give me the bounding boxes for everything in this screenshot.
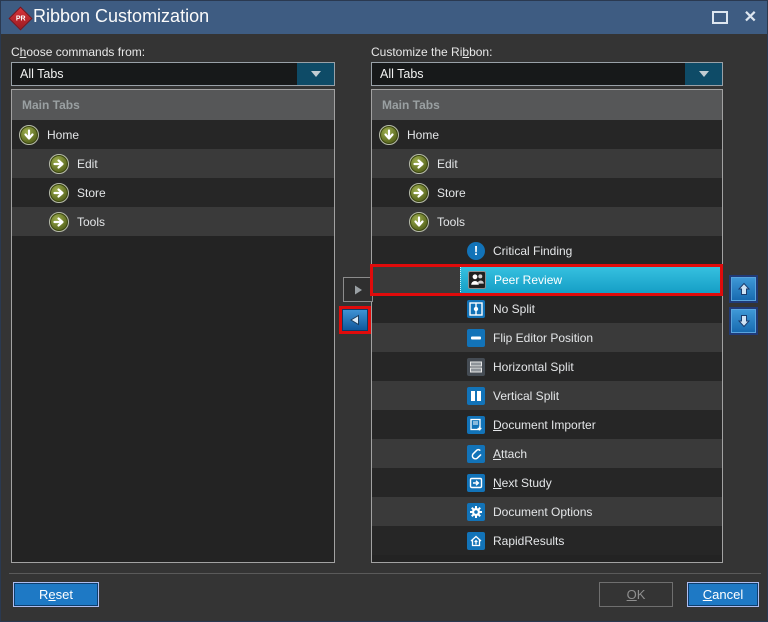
list-item-label: Flip Editor Position xyxy=(493,331,593,345)
list-item-label: Horizontal Split xyxy=(493,360,574,374)
tab-expanded-icon xyxy=(379,125,399,145)
window-title: Ribbon Customization xyxy=(33,6,209,27)
tab-collapsed-icon xyxy=(409,183,429,203)
list-item[interactable]: Store xyxy=(12,178,334,207)
critical-finding-icon: ! xyxy=(467,242,485,260)
list-item[interactable]: Document Options xyxy=(372,497,722,526)
list-item[interactable]: No Split xyxy=(372,294,722,323)
list-item-label: Next Study xyxy=(493,476,552,490)
list-item-label: Home xyxy=(407,128,439,142)
tab-expanded-icon xyxy=(19,125,39,145)
list-item-label: Attach xyxy=(493,447,527,461)
dropdown-arrow-icon[interactable] xyxy=(685,63,722,85)
list-item[interactable]: Peer Review xyxy=(372,265,722,294)
tab-collapsed-icon xyxy=(49,183,69,203)
list-item-label: Store xyxy=(437,186,466,200)
list-item[interactable]: Edit xyxy=(372,149,722,178)
list-item-label: Tools xyxy=(437,215,465,229)
list-item[interactable]: Tools xyxy=(372,207,722,236)
list-item-label: Document Importer xyxy=(493,418,596,432)
ribbon-target-dropdown[interactable]: All Tabs xyxy=(371,62,723,86)
left-arrow-icon xyxy=(348,313,362,327)
list-rows: Home Edit Store Tools! Critical Finding Peer … xyxy=(372,120,722,555)
vertical-split-icon xyxy=(467,387,485,405)
tab-collapsed-icon xyxy=(409,154,429,174)
list-item[interactable]: Vertical Split xyxy=(372,381,722,410)
list-item-label: Edit xyxy=(437,157,458,171)
reset-button[interactable]: Reset xyxy=(13,582,99,607)
document-importer-icon xyxy=(467,416,485,434)
peer-review-icon xyxy=(468,271,486,289)
tab-collapsed-icon xyxy=(49,154,69,174)
tab-collapsed-icon xyxy=(49,212,69,232)
horizontal-split-icon xyxy=(467,358,485,376)
list-item[interactable]: Edit xyxy=(12,149,334,178)
list-rows: Home Edit Store Tools xyxy=(12,120,334,236)
list-item-label: Edit xyxy=(77,157,98,171)
rapid-results-icon xyxy=(467,532,485,550)
customize-ribbon-label: Customize the Ribbon: xyxy=(371,45,492,59)
add-command-button[interactable] xyxy=(343,277,373,302)
ok-button[interactable]: OK xyxy=(599,582,673,607)
available-commands-list[interactable]: Main Tabs Home Edit Store Tools xyxy=(11,89,335,563)
list-item-label: RapidResults xyxy=(493,534,564,548)
list-item-label: Peer Review xyxy=(494,273,562,287)
ribbon-customization-dialog: PR Ribbon Customization ✕ Choose command… xyxy=(0,0,768,622)
dropdown-value: All Tabs xyxy=(372,63,685,85)
list-item-label: Store xyxy=(77,186,106,200)
list-item[interactable]: Document Importer xyxy=(372,410,722,439)
up-arrow-icon xyxy=(736,281,752,297)
list-item[interactable]: ! Critical Finding xyxy=(372,236,722,265)
choose-commands-label: Choose commands from: xyxy=(11,45,145,59)
list-item[interactable]: Tools xyxy=(12,207,334,236)
list-item-label: Vertical Split xyxy=(493,389,559,403)
next-study-icon xyxy=(467,474,485,492)
list-item-label: Home xyxy=(47,128,79,142)
footer-separator xyxy=(9,573,761,574)
list-item[interactable]: Next Study xyxy=(372,468,722,497)
list-item-label: Document Options xyxy=(493,505,592,519)
restore-window-icon[interactable] xyxy=(712,11,728,24)
remove-command-button[interactable] xyxy=(342,309,368,331)
dropdown-value: All Tabs xyxy=(12,63,297,85)
ribbon-structure-list[interactable]: Main Tabs Home Edit Store Tools! Critical Fi… xyxy=(371,89,723,563)
tab-expanded-icon xyxy=(409,212,429,232)
list-item[interactable]: Home xyxy=(12,120,334,149)
list-item-label: Tools xyxy=(77,215,105,229)
cancel-button[interactable]: Cancel xyxy=(687,582,759,607)
list-item[interactable]: Attach xyxy=(372,439,722,468)
titlebar: PR Ribbon Customization ✕ xyxy=(1,1,767,34)
list-item[interactable]: Flip Editor Position xyxy=(372,323,722,352)
list-item[interactable]: Horizontal Split xyxy=(372,352,722,381)
right-arrow-icon xyxy=(351,283,365,297)
no-split-icon xyxy=(467,300,485,318)
move-up-button[interactable] xyxy=(729,275,758,303)
app-icon: PR xyxy=(8,6,32,30)
list-header: Main Tabs xyxy=(372,90,722,120)
document-options-icon xyxy=(467,503,485,521)
attach-icon xyxy=(467,445,485,463)
list-item[interactable]: RapidResults xyxy=(372,526,722,555)
move-down-button[interactable] xyxy=(729,307,758,335)
list-item-label: No Split xyxy=(493,302,535,316)
commands-source-dropdown[interactable]: All Tabs xyxy=(11,62,335,86)
list-item[interactable]: Home xyxy=(372,120,722,149)
list-header: Main Tabs xyxy=(12,90,334,120)
flip-editor-icon xyxy=(467,329,485,347)
close-icon[interactable]: ✕ xyxy=(744,10,757,26)
list-item-label: Critical Finding xyxy=(493,244,572,258)
down-arrow-icon xyxy=(736,313,752,329)
dropdown-arrow-icon[interactable] xyxy=(297,63,334,85)
list-item[interactable]: Store xyxy=(372,178,722,207)
